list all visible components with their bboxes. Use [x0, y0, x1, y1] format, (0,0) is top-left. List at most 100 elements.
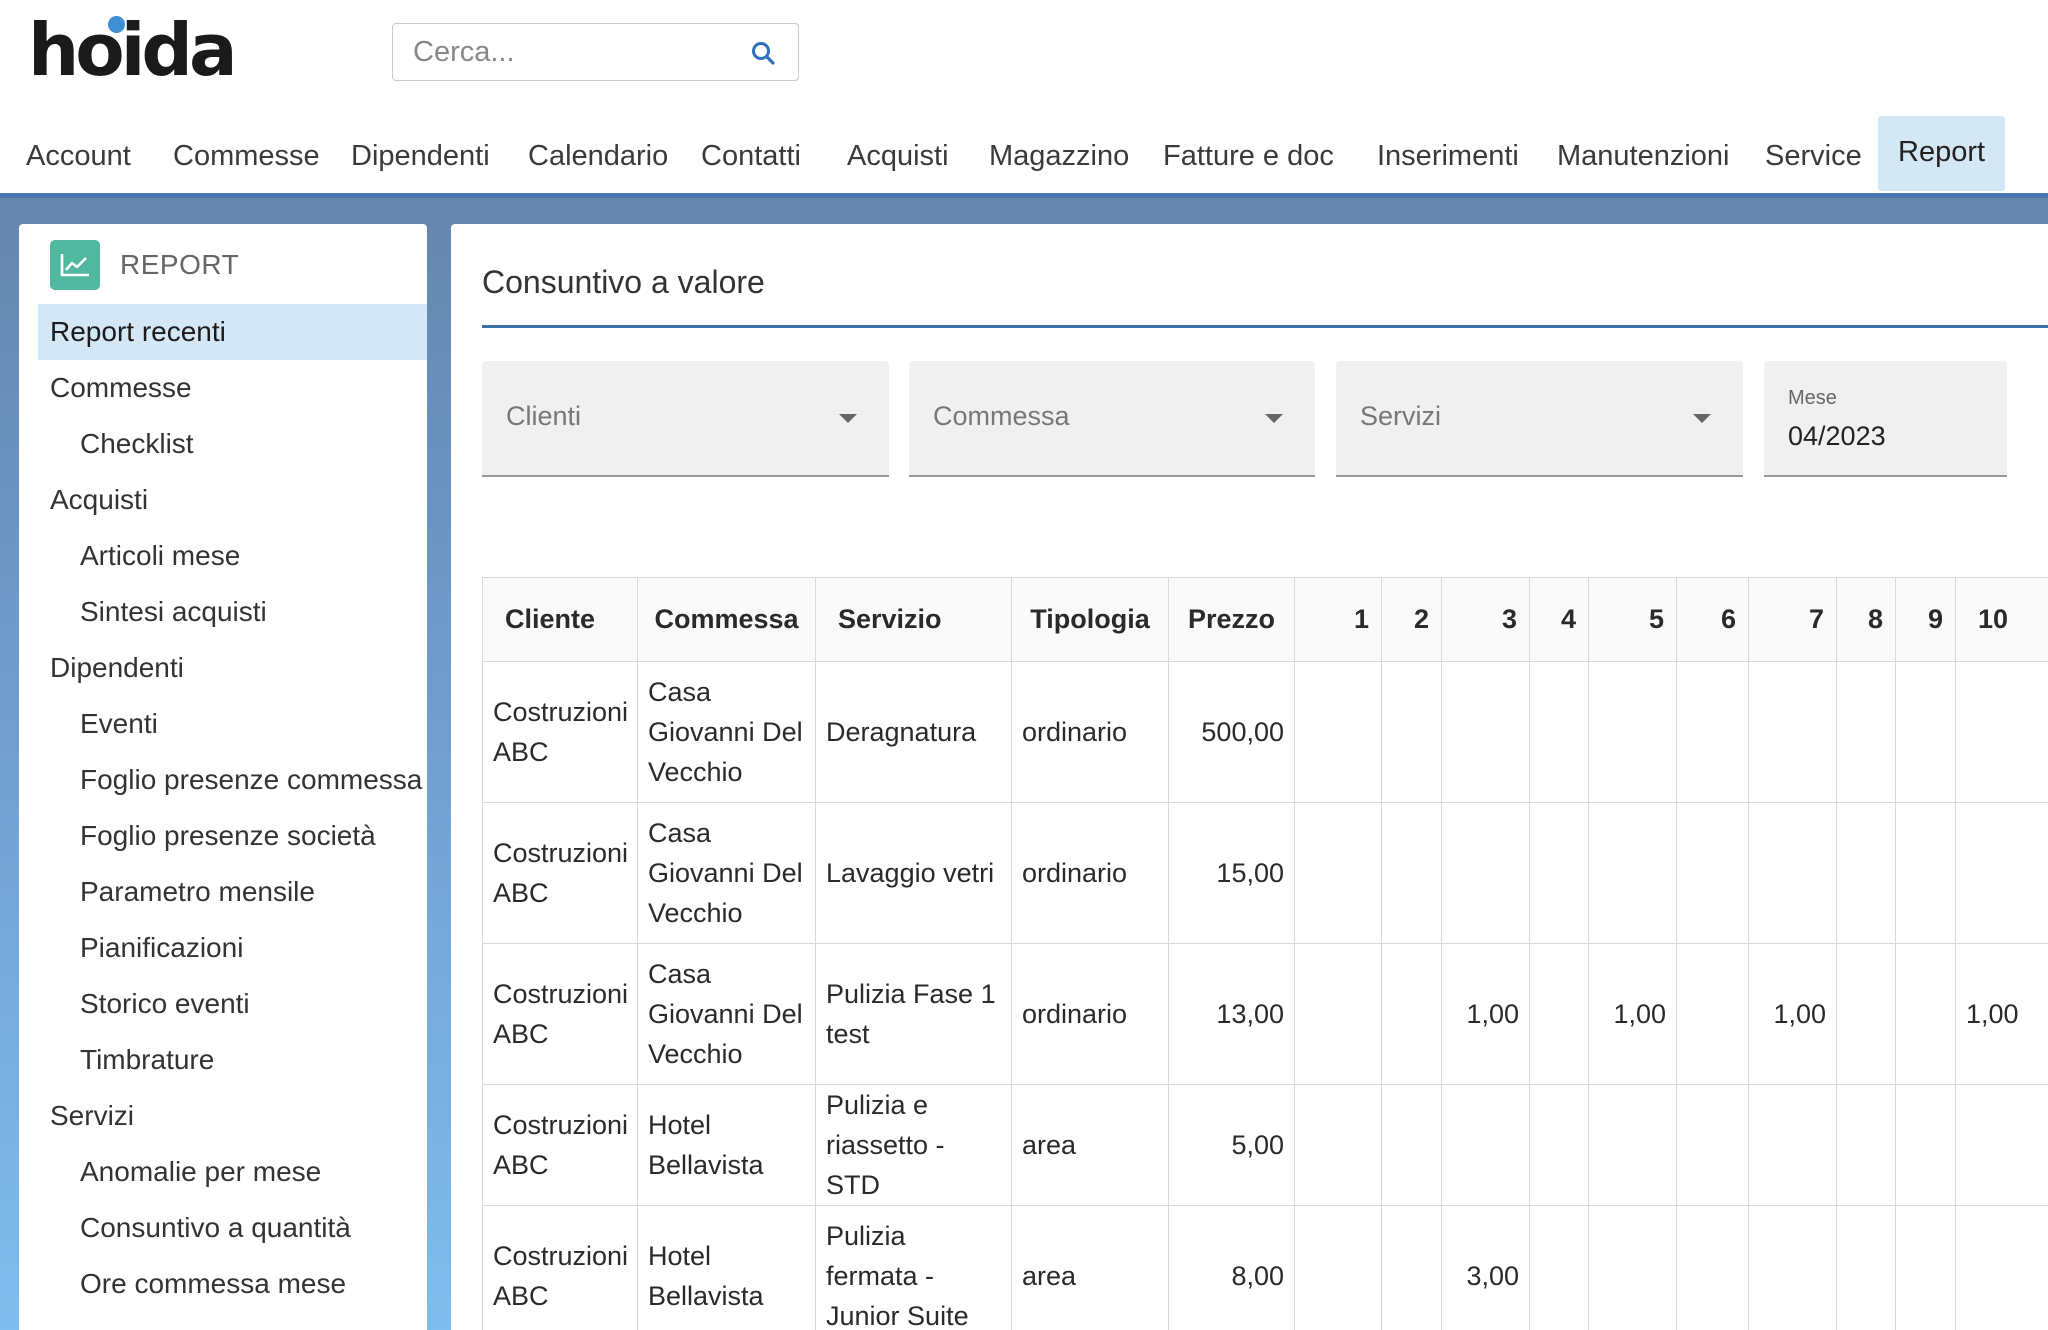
- cell-day-2: [1381, 1205, 1442, 1330]
- nav-calendario[interactable]: Calendario: [528, 140, 668, 173]
- sidebar-item-foglio-presenze-commessa[interactable]: Foglio presenze commessa: [38, 752, 427, 808]
- mese-field[interactable]: Mese 04/2023: [1764, 361, 2007, 477]
- column-header-day-6[interactable]: 6: [1676, 577, 1749, 662]
- cell-day-9: [1895, 802, 1956, 944]
- column-header-servizio[interactable]: Servizio: [815, 577, 1012, 662]
- commessa-select-label: Commessa: [933, 401, 1070, 431]
- cell-day-7: [1748, 1084, 1837, 1206]
- column-header-day-5[interactable]: 5: [1588, 577, 1677, 662]
- cell-day-10: [1955, 1084, 2048, 1206]
- column-header-cliente[interactable]: Cliente: [482, 577, 638, 662]
- hoida-logo[interactable]: hoida: [28, 14, 238, 86]
- sidebar-item-dipendenti[interactable]: Dipendenti: [38, 640, 427, 696]
- table-header-row: Cliente Commessa Servizio Tipologia Prez…: [482, 577, 2048, 662]
- nav-service[interactable]: Service: [1765, 140, 1862, 173]
- sidebar-item-sintesi-acquisti[interactable]: Sintesi acquisti: [38, 584, 427, 640]
- caret-down-icon: [1265, 414, 1283, 423]
- sidebar-item-storico-eventi[interactable]: Storico eventi: [38, 976, 427, 1032]
- cell-day-10: [1955, 1205, 2048, 1330]
- search-icon[interactable]: [750, 40, 776, 66]
- commessa-select[interactable]: Commessa: [909, 361, 1315, 477]
- nav-fatture-e-doc[interactable]: Fatture e doc: [1163, 140, 1334, 173]
- sidebar-item-anomalie-per-mese[interactable]: Anomalie per mese: [38, 1144, 427, 1200]
- cell-prezzo: 13,00: [1168, 943, 1295, 1085]
- column-header-day-9[interactable]: 9: [1895, 577, 1956, 662]
- sidebar-item-foglio-presenze-societa[interactable]: Foglio presenze società: [38, 808, 427, 864]
- cell-day-6: [1676, 661, 1749, 803]
- sidebar-item-articoli-mese[interactable]: Articoli mese: [38, 528, 427, 584]
- cell-cliente: Costruzioni ABC: [482, 661, 638, 803]
- nav-manutenzioni[interactable]: Manutenzioni: [1557, 140, 1730, 173]
- cell-cliente: Costruzioni ABC: [482, 943, 638, 1085]
- sidebar-item-commesse[interactable]: Commesse: [38, 360, 427, 416]
- caret-down-icon: [839, 414, 857, 423]
- cell-day-4: [1529, 1205, 1589, 1330]
- sidebar-item-checklist[interactable]: Checklist: [38, 416, 427, 472]
- cell-day-4: [1529, 661, 1589, 803]
- servizi-select-label: Servizi: [1360, 401, 1442, 431]
- cell-day-6: [1676, 802, 1749, 944]
- sidebar-item-timbrature[interactable]: Timbrature: [38, 1032, 427, 1088]
- sidebar-item-parametro-mensile[interactable]: Parametro mensile: [38, 864, 427, 920]
- cell-day-4: [1529, 802, 1589, 944]
- cell-day-2: [1381, 802, 1442, 944]
- column-header-commessa[interactable]: Commessa: [637, 577, 816, 662]
- sidebar-item-acquisti[interactable]: Acquisti: [38, 472, 427, 528]
- search-input[interactable]: [413, 32, 733, 72]
- mese-field-value: 04/2023: [1788, 421, 1886, 451]
- sidebar-item-ore-commessa-mese[interactable]: Ore commessa mese: [38, 1256, 427, 1312]
- clienti-select-label: Clienti: [506, 401, 582, 431]
- cell-day-8: [1836, 661, 1896, 803]
- cell-day-6: [1676, 943, 1749, 1085]
- cell-day-3: 1,00: [1441, 943, 1530, 1085]
- mese-field-label: Mese: [1788, 387, 1837, 409]
- sidebar-item-consuntivo-a-quantita[interactable]: Consuntivo a quantità: [38, 1200, 427, 1256]
- cell-day-7: [1748, 802, 1837, 944]
- nav-report[interactable]: Report: [1878, 116, 2006, 191]
- sidebar-title: REPORT: [120, 249, 240, 280]
- nav-commesse[interactable]: Commesse: [173, 140, 320, 173]
- column-header-prezzo[interactable]: Prezzo: [1168, 577, 1295, 662]
- sidebar-header: REPORT: [50, 240, 239, 290]
- cell-day-7: [1748, 1205, 1837, 1330]
- cell-day-5: [1588, 1084, 1677, 1206]
- cell-cliente: Costruzioni ABC: [482, 1205, 638, 1330]
- nav-contatti[interactable]: Contatti: [701, 140, 801, 173]
- column-header-day-8[interactable]: 8: [1836, 577, 1896, 662]
- column-header-day-10[interactable]: 10: [1955, 577, 2048, 662]
- cell-commessa: Hotel Bellavista: [637, 1084, 816, 1206]
- column-header-day-2[interactable]: 2: [1381, 577, 1442, 662]
- column-header-day-1[interactable]: 1: [1294, 577, 1382, 662]
- clienti-select[interactable]: Clienti: [482, 361, 889, 477]
- chart-line-icon: [50, 240, 100, 290]
- nav-acquisti[interactable]: Acquisti: [847, 140, 949, 173]
- sidebar-item-pianificazioni[interactable]: Pianificazioni: [38, 920, 427, 976]
- report-sidebar: REPORT Report recenti Commesse Checklist…: [19, 224, 427, 1330]
- cell-day-3: 3,00: [1441, 1205, 1530, 1330]
- nav-account[interactable]: Account: [26, 140, 131, 173]
- cell-day-8: [1836, 1084, 1896, 1206]
- table-row: Costruzioni ABC Hotel Bellavista Pulizia…: [482, 1084, 2048, 1206]
- column-header-day-4[interactable]: 4: [1529, 577, 1589, 662]
- cell-day-7: [1748, 661, 1837, 803]
- sidebar-item-report-recenti[interactable]: Report recenti: [38, 304, 427, 360]
- cell-servizio: Pulizia e riassetto - STD: [815, 1084, 1012, 1206]
- sidebar-item-eventi[interactable]: Eventi: [38, 696, 427, 752]
- sidebar-item-servizi[interactable]: Servizi: [38, 1088, 427, 1144]
- logo-dot: [108, 16, 125, 33]
- main-nav: Account Commesse Dipendenti Calendario C…: [0, 116, 2048, 196]
- main-panel: Consuntivo a valore Clienti Commessa Ser…: [451, 224, 2048, 1330]
- caret-down-icon: [1693, 414, 1711, 423]
- cell-day-1: [1294, 661, 1382, 803]
- column-header-day-7[interactable]: 7: [1748, 577, 1837, 662]
- servizi-select[interactable]: Servizi: [1336, 361, 1743, 477]
- cell-servizio: Lavaggio vetri: [815, 802, 1012, 944]
- nav-inserimenti[interactable]: Inserimenti: [1377, 140, 1519, 173]
- column-header-day-3[interactable]: 3: [1441, 577, 1530, 662]
- nav-dipendenti[interactable]: Dipendenti: [351, 140, 490, 173]
- nav-magazzino[interactable]: Magazzino: [989, 140, 1129, 173]
- cell-day-3: [1441, 1084, 1530, 1206]
- cell-tipologia: ordinario: [1011, 661, 1169, 803]
- cell-day-5: [1588, 802, 1677, 944]
- column-header-tipologia[interactable]: Tipologia: [1011, 577, 1169, 662]
